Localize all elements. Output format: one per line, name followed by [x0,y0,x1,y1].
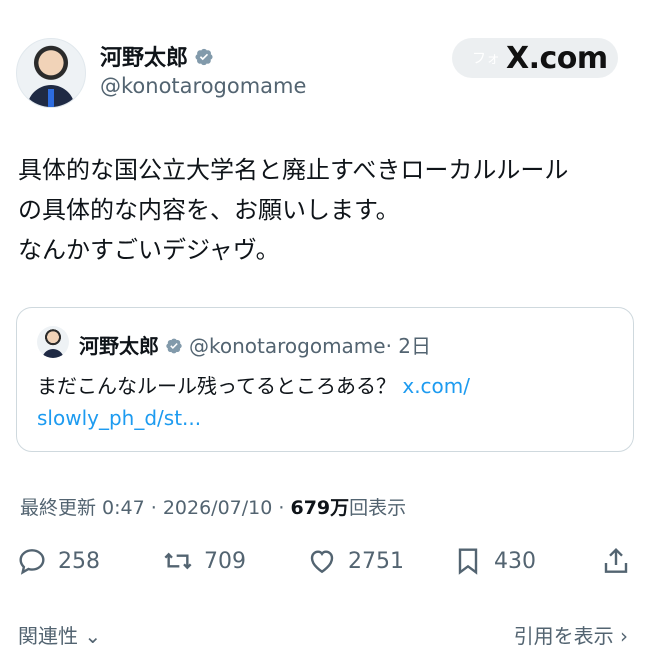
views-count: 679万 [290,497,350,519]
quoted-author-name: 河野太郎 [79,334,159,358]
quoted-tweet-link-2[interactable]: slowly_ph_d/st... [37,406,201,430]
quoted-tweet-header: 河野太郎 @konotarogomame· 2日 [79,330,431,359]
bookmark-icon [458,548,478,575]
quoted-tweet-age: · 2日 [385,334,432,358]
view-quotes-label: 引用を表示 [513,624,614,648]
author-handle[interactable]: @konotarogomame [100,74,306,98]
author-avatar[interactable] [16,38,86,108]
reply-count: 258 [58,548,100,574]
reply-icon [19,549,45,575]
bookmark-count: 430 [494,548,536,574]
like-button[interactable]: 2751 [306,545,404,577]
repost-count: 709 [204,548,246,574]
quoted-tweet-card[interactable]: 河野太郎 @konotarogomame· 2日 まだこんなルール残ってるところあ… [16,307,634,452]
repost-icon [164,552,192,570]
like-count: 2751 [348,548,404,574]
tweet-text: 具体的な国公立大学名と廃止すべきローカルルール の具体的な内容を、お願いします。… [18,156,569,264]
views-label: 回表示 [349,497,407,519]
bookmark-button[interactable]: 430 [452,545,536,577]
relevance-label: 関連性 [18,624,78,648]
action-bar: 258 709 2751 430 [16,545,636,585]
tweet-meta: 最終更新 0:47 · 2026/07/10 · 679万回表示 [20,493,406,520]
updated-timestamp[interactable]: 最終更新 0:47 · 2026/07/10 · [20,497,284,519]
share-icon [604,547,628,573]
quoted-tweet-text: まだこんなルール残ってるところある？ [37,374,396,398]
quoted-tweet-link-1[interactable]: x.com/ [402,374,470,398]
quoted-tweet-body: まだこんなルール残ってるところある？ x.com/ slowly_ph_d/st… [37,370,617,434]
verified-badge-icon [166,338,182,354]
follow-label: フォ [472,51,500,67]
author-name[interactable]: 河野太郎 [100,46,188,71]
x-com-watermark: X.com [506,40,608,76]
share-button[interactable] [600,545,632,577]
quoted-author-avatar[interactable] [37,326,69,358]
reply-button[interactable]: 258 [16,545,100,577]
chevron-right-icon: › [620,624,628,648]
chevron-down-icon: ⌄ [84,624,102,648]
view-quotes-link[interactable]: 引用を表示 › [514,620,628,649]
follow-button[interactable]: フォ X.com [452,38,618,78]
author-name-row[interactable]: 河野太郎 [100,40,214,72]
verified-badge-icon [195,48,213,66]
quoted-author-handle: @konotarogomame [189,334,386,358]
repost-button[interactable]: 709 [162,545,246,577]
heart-icon [310,550,334,574]
relevance-sort[interactable]: 関連性 ⌄ [18,620,101,649]
